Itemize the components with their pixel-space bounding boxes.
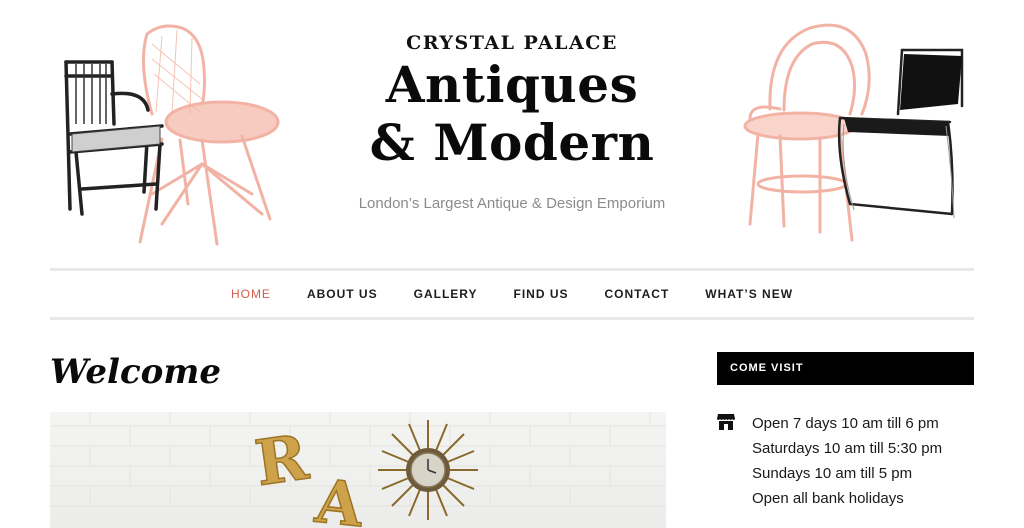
nav-item-home[interactable]: HOME	[213, 287, 289, 301]
opening-hours-line: Open 7 days 10 am till 6 pm	[752, 415, 939, 432]
main-navigation: HOME ABOUT US GALLERY FIND US CONTACT WH…	[50, 268, 974, 320]
site-title-line-1[interactable]: Antiques	[312, 56, 712, 114]
opening-hours-line: Sundays 10 am till 5 pm	[752, 465, 913, 482]
opening-hours-line: Saturdays 10 am till 5:30 pm	[752, 440, 943, 457]
site-tagline: London’s Largest Antique & Design Empori…	[358, 195, 666, 212]
nav-item-find-us[interactable]: FIND US	[496, 287, 587, 301]
hero-letter-a: A	[311, 467, 367, 528]
site-title-line-2[interactable]: & Modern	[312, 114, 712, 172]
site-header: CRYSTAL PALACE Antiques & Modern London’…	[0, 0, 1024, 268]
page: CRYSTAL PALACE Antiques & Modern London’…	[0, 0, 1024, 528]
hero-image: R A	[50, 412, 666, 528]
nav-item-gallery[interactable]: GALLERY	[396, 287, 496, 301]
nav-item-contact[interactable]: CONTACT	[587, 287, 688, 301]
chairs-illustration-left	[64, 24, 280, 246]
hero-letter-r: R	[251, 420, 313, 500]
chairs-illustration-right	[743, 23, 964, 242]
opening-hours-line: Open all bank holidays	[752, 490, 904, 507]
opening-hours-list: Open 7 days 10 am till 6 pm Saturdays 10…	[752, 411, 942, 511]
site-title-block: CRYSTAL PALACE Antiques & Modern London’…	[312, 30, 712, 214]
nav-item-whats-new[interactable]: WHAT’S NEW	[687, 287, 811, 301]
site-kicker: CRYSTAL PALACE	[406, 32, 618, 54]
page-title: Welcome	[50, 352, 221, 392]
come-visit-widget-title: COME VISIT	[717, 352, 974, 385]
nav-item-about-us[interactable]: ABOUT US	[289, 287, 396, 301]
hero-photo-art: R A	[50, 412, 666, 528]
store-icon	[717, 414, 735, 430]
